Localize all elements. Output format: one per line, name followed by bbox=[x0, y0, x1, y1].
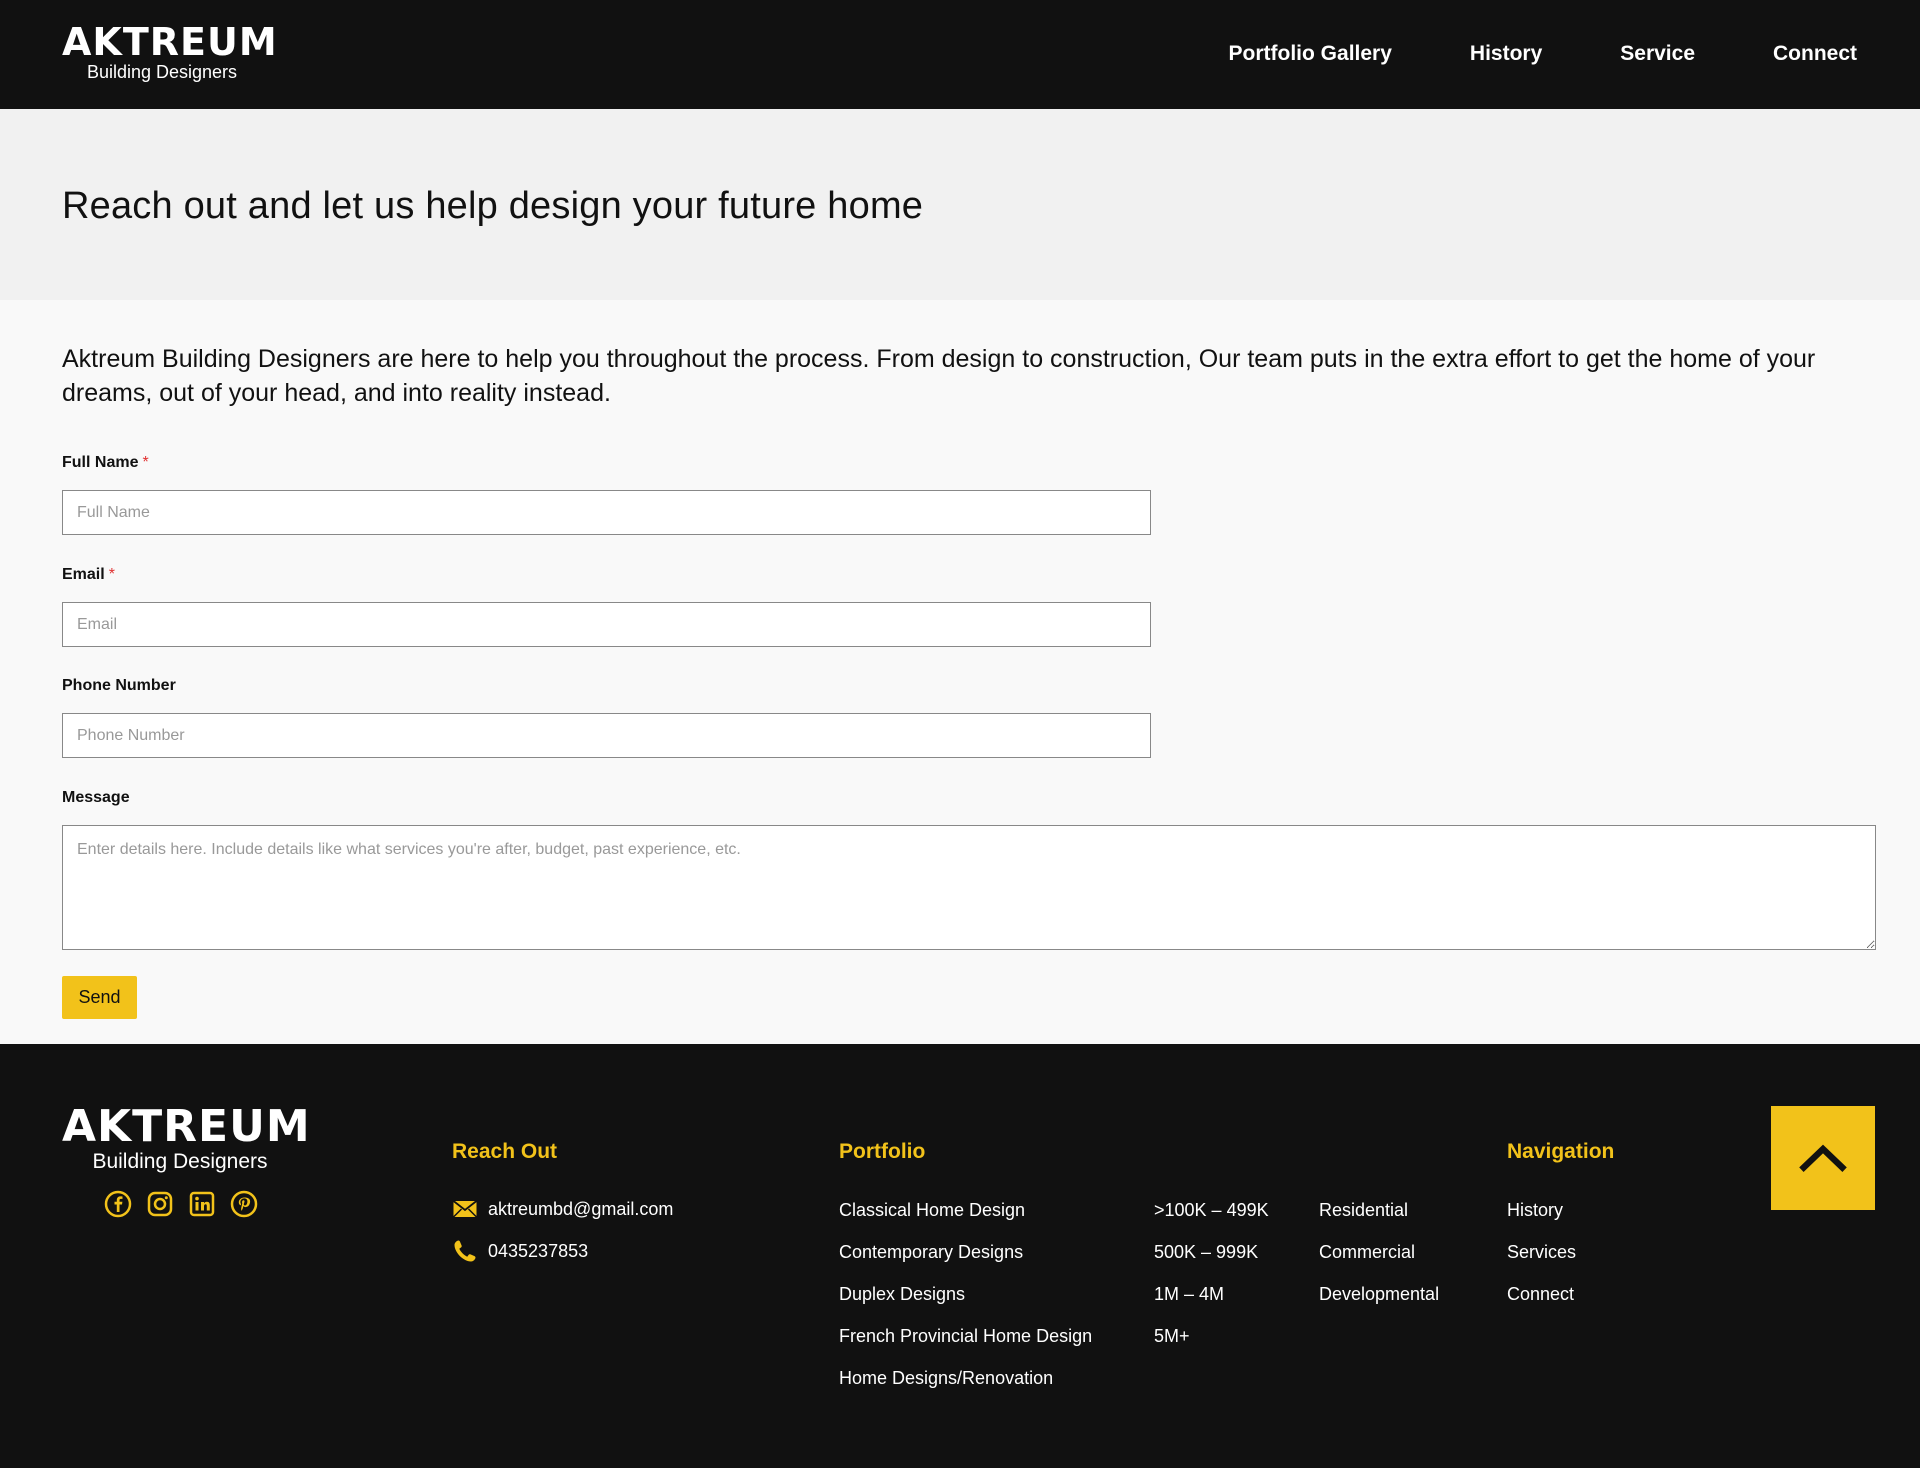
contact-email-link[interactable]: aktreumbd@gmail.com bbox=[488, 1199, 673, 1220]
logo-tagline: Building Designers bbox=[86, 62, 238, 82]
portfolio-link-duplex[interactable]: Duplex Designs bbox=[839, 1282, 965, 1306]
footer-logo-tagline: Building Designers bbox=[92, 1150, 268, 1173]
portfolio-budget-500k[interactable]: 500K – 999K bbox=[1154, 1240, 1258, 1264]
navigation-title: Navigation bbox=[1507, 1140, 1615, 1163]
portfolio-budget-100k[interactable]: >100K – 499K bbox=[1154, 1198, 1269, 1222]
portfolio-link-contemporary[interactable]: Contemporary Designs bbox=[839, 1240, 1023, 1264]
footer-logo-wordmark: AKTREUM bbox=[62, 1101, 311, 1152]
footer-logo[interactable]: AKTREUM Building Designers bbox=[62, 1101, 311, 1174]
phone-input[interactable] bbox=[62, 713, 1151, 758]
message-textarea[interactable] bbox=[62, 825, 1876, 950]
required-marker: * bbox=[108, 566, 115, 583]
contact-email-row: aktreumbd@gmail.com bbox=[452, 1196, 673, 1222]
footer-nav-services[interactable]: Services bbox=[1507, 1240, 1576, 1264]
nav-service[interactable]: Service bbox=[1620, 38, 1695, 70]
chevron-up-icon bbox=[1799, 1144, 1847, 1172]
email-label: Email * bbox=[62, 566, 115, 584]
nav-history[interactable]: History bbox=[1470, 38, 1542, 70]
instagram-icon[interactable] bbox=[146, 1190, 174, 1218]
reach-out-title: Reach Out bbox=[452, 1140, 558, 1163]
site-header: AKTREUM Building Designers Portfolio Gal… bbox=[0, 0, 1920, 109]
page-title: Reach out and let us help design your fu… bbox=[62, 185, 924, 227]
mail-icon bbox=[452, 1200, 478, 1218]
portfolio-type-developmental[interactable]: Developmental bbox=[1319, 1282, 1439, 1306]
full-name-label-text: Full Name bbox=[62, 454, 139, 471]
facebook-icon[interactable] bbox=[104, 1190, 132, 1218]
back-to-top-button[interactable] bbox=[1771, 1106, 1875, 1210]
contact-section: Aktreum Building Designers are here to h… bbox=[0, 300, 1920, 1044]
header-logo[interactable]: AKTREUM Building Designers bbox=[62, 20, 278, 82]
footer-nav-history[interactable]: History bbox=[1507, 1198, 1563, 1222]
nav-connect[interactable]: Connect bbox=[1773, 38, 1857, 70]
required-marker: * bbox=[142, 454, 149, 471]
contact-phone-link[interactable]: 0435237853 bbox=[488, 1241, 588, 1262]
contact-phone-row: 0435237853 bbox=[452, 1238, 588, 1264]
intro-text: Aktreum Building Designers are here to h… bbox=[62, 345, 1816, 407]
portfolio-budget-1m[interactable]: 1M – 4M bbox=[1154, 1282, 1224, 1306]
footer-nav-connect[interactable]: Connect bbox=[1507, 1282, 1574, 1306]
email-label-text: Email bbox=[62, 566, 105, 583]
email-input[interactable] bbox=[62, 602, 1151, 647]
full-name-label: Full Name * bbox=[62, 454, 149, 472]
logo-wordmark: AKTREUM bbox=[62, 20, 278, 64]
portfolio-title: Portfolio bbox=[839, 1140, 926, 1163]
linkedin-icon[interactable] bbox=[188, 1190, 216, 1218]
portfolio-type-residential[interactable]: Residential bbox=[1319, 1198, 1408, 1222]
nav-portfolio-gallery[interactable]: Portfolio Gallery bbox=[1229, 38, 1392, 70]
portfolio-link-classical[interactable]: Classical Home Design bbox=[839, 1198, 1025, 1222]
portfolio-link-french-provincial[interactable]: French Provincial Home Design bbox=[839, 1324, 1092, 1348]
hero-band: Reach out and let us help design your fu… bbox=[0, 109, 1920, 300]
message-label: Message bbox=[62, 789, 130, 806]
site-footer: AKTREUM Building Designers Reach Out akt… bbox=[0, 1044, 1920, 1468]
phone-icon bbox=[454, 1240, 476, 1262]
phone-label: Phone Number bbox=[62, 677, 176, 694]
pinterest-icon[interactable] bbox=[230, 1190, 258, 1218]
portfolio-budget-5m[interactable]: 5M+ bbox=[1154, 1324, 1190, 1348]
main-nav: Portfolio Gallery History Service Connec… bbox=[1229, 38, 1857, 70]
full-name-input[interactable] bbox=[62, 490, 1151, 535]
portfolio-link-renovation[interactable]: Home Designs/Renovation bbox=[839, 1366, 1053, 1390]
send-button[interactable]: Send bbox=[62, 976, 137, 1019]
social-links bbox=[104, 1190, 258, 1218]
portfolio-type-commercial[interactable]: Commercial bbox=[1319, 1240, 1415, 1264]
